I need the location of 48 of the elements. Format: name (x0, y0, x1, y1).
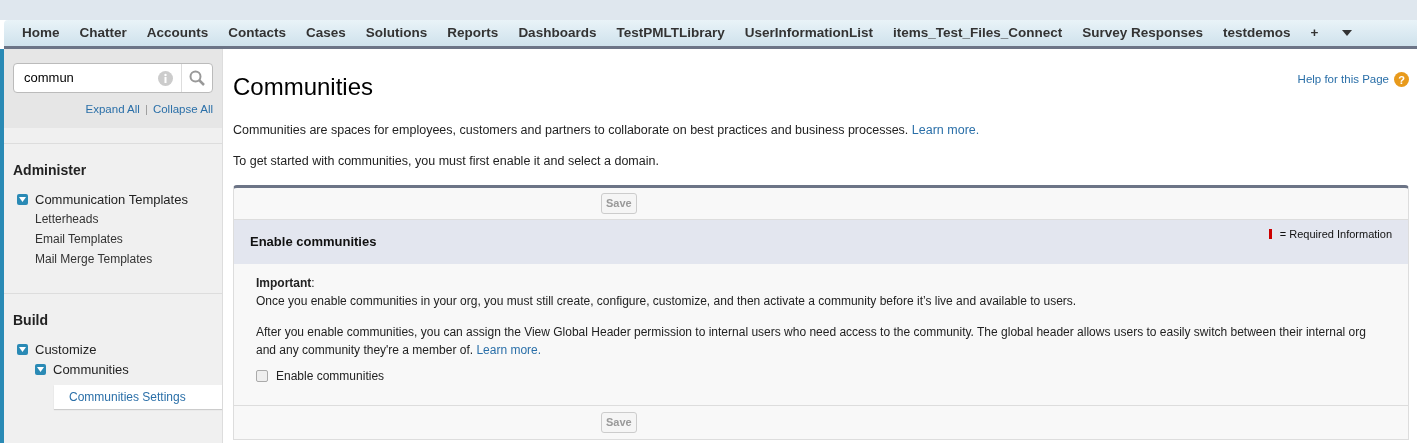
nav-tab[interactable]: TestPMLTLibrary (606, 22, 735, 44)
nav-tab[interactable]: + (1300, 22, 1329, 44)
info-icon (158, 70, 173, 86)
collapse-all-link[interactable]: Collapse All (152, 101, 213, 119)
section-heading: Administer (12, 161, 88, 181)
nav-tab[interactable]: Solutions (355, 22, 438, 44)
nav-tab[interactable]: Chatter (69, 22, 137, 44)
learn-more-link[interactable]: Learn more. (911, 123, 980, 137)
nav-tab[interactable]: items_Test_Files_Connect (882, 22, 1073, 44)
expand-all-link[interactable]: Expand All (85, 101, 140, 119)
nav-tab[interactable]: Home (12, 22, 70, 44)
link-separator: | (144, 102, 148, 117)
nav-tab[interactable]: Dashboards (508, 22, 607, 44)
tree-item[interactable]: Letterheads (35, 209, 99, 230)
important-label: Important: (256, 274, 316, 292)
nav-tab[interactable]: Accounts (136, 22, 219, 44)
search-icon[interactable] (189, 70, 205, 86)
dropdown-caret-icon[interactable] (1342, 30, 1353, 36)
section-heading: Build (12, 311, 49, 331)
nav-tab[interactable]: Contacts (218, 22, 297, 44)
tree-item[interactable]: Mail Merge Templates (35, 249, 153, 270)
nav-tab[interactable]: Cases (296, 22, 356, 44)
nav-tab[interactable]: testdemos (1213, 22, 1301, 44)
collapse-toggle-icon[interactable] (17, 343, 28, 355)
section-title: Enable communities (250, 232, 377, 251)
tree-item[interactable]: Customize (35, 339, 97, 359)
learn-more-link[interactable]: Learn more. (476, 342, 542, 357)
nav-tab[interactable]: Reports (437, 22, 509, 44)
checkbox[interactable] (256, 369, 268, 382)
tree-item[interactable]: Communities (53, 359, 129, 379)
tree-item[interactable]: Communities Settings (54, 385, 222, 410)
nav-tab[interactable]: UserInformationList (734, 22, 883, 44)
tree-item[interactable]: Email Templates (35, 229, 123, 250)
collapse-toggle-icon[interactable] (35, 363, 46, 375)
nav-tab[interactable]: Survey Responses (1072, 22, 1214, 44)
required-marker-icon (1268, 228, 1272, 239)
collapse-toggle-icon[interactable] (17, 193, 28, 205)
required-legend: = Required Information (1279, 225, 1392, 242)
checkbox-label: Enable communities (276, 367, 385, 385)
search-input[interactable]: commun (14, 68, 158, 88)
intro-text: Communities are spaces for employees, customers and partners to collaborate on best practices and business processes. Learn more. (233, 122, 981, 139)
help-link[interactable]: Help for this Page (1297, 71, 1389, 89)
page-title: Communities (233, 72, 374, 102)
search-field[interactable]: commun (13, 63, 213, 93)
tree-item[interactable]: Communication Templates (35, 189, 188, 209)
important-text: Once you enable communities in your org, you must still create, configure, customize, and then activate a community before it’s live and available to users. (256, 292, 1078, 310)
note-text: To get started with communities, you must first enable it and select a domain. (233, 152, 660, 170)
info-paragraph: After you enable communities, you can assign the View Global Header permission to internal users who need access to the community. The global header allows users to easily switch between their internal org and any community they're a member of. Learn more. (256, 323, 1367, 359)
